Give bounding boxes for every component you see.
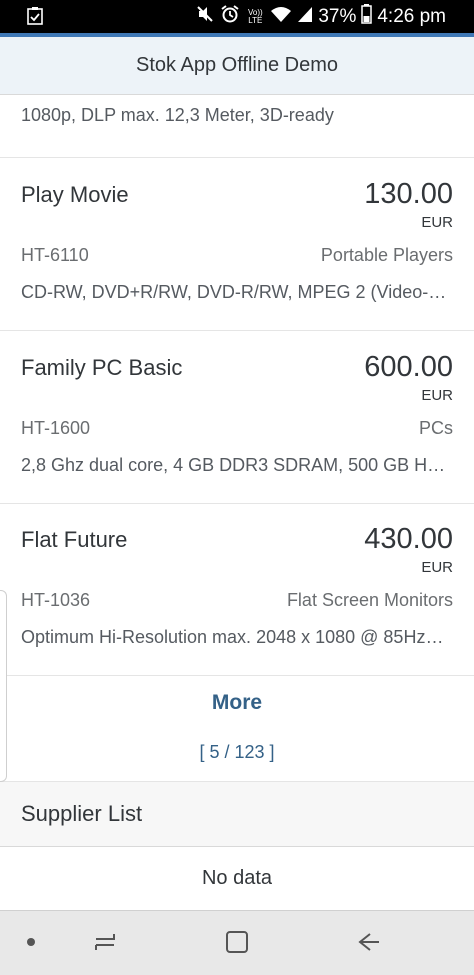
- supplier-list-header: Supplier List: [0, 782, 474, 847]
- product-code: HT-1036: [21, 590, 91, 610]
- edge-panel-handle[interactable]: [0, 590, 7, 782]
- product-code: HT-6110: [21, 245, 89, 265]
- product-price: 130.00: [364, 178, 453, 210]
- signal-icon: [297, 5, 313, 29]
- product-description: 1080p, DLP max. 12,3 Meter, 3D-ready: [21, 105, 334, 125]
- more-area: More [ 5 / 123 ]: [0, 675, 474, 782]
- page-title: Stok App Offline Demo: [136, 54, 338, 76]
- battery-percent: 37%: [318, 5, 357, 27]
- product-name: Flat Future: [21, 527, 128, 552]
- product-row-partial[interactable]: 1080p, DLP max. 12,3 Meter, 3D-ready: [0, 95, 474, 158]
- product-currency: EUR: [421, 214, 453, 231]
- alarm-icon: [220, 4, 240, 30]
- product-category: PCs: [418, 418, 453, 438]
- wifi-icon: [270, 5, 292, 29]
- product-description: Optimum Hi-Resolution max. 2048 x 1080 @…: [21, 627, 444, 647]
- more-button[interactable]: More: [0, 691, 474, 715]
- supplier-empty-state: No data: [0, 847, 474, 909]
- volte-icon: Vo)) LTE: [247, 7, 263, 25]
- product-category: Portable Players: [320, 245, 453, 265]
- no-data-text: No data: [201, 866, 273, 889]
- supplier-list-title: Supplier List: [21, 801, 143, 826]
- product-currency: EUR: [421, 559, 453, 576]
- product-description: 2,8 Ghz dual core, 4 GB DDR3 SDRAM, 500 …: [21, 455, 446, 475]
- home-icon[interactable]: [222, 927, 252, 957]
- product-name: Play Movie: [21, 182, 129, 207]
- dot-icon[interactable]: [16, 927, 46, 957]
- product-description: CD-RW, DVD+R/RW, DVD-R/RW, MPEG 2 (Video…: [21, 282, 453, 302]
- product-code: HT-1600: [21, 418, 91, 438]
- status-time: 4:26 pm: [377, 5, 446, 27]
- product-row[interactable]: Family PC Basic 600.00 EUR HT-1600 PCs 2…: [0, 331, 474, 504]
- product-row[interactable]: Play Movie 130.00 EUR HT-6110 Portable P…: [0, 158, 474, 331]
- product-category: Flat Screen Monitors: [286, 590, 453, 610]
- product-price: 430.00: [364, 523, 453, 555]
- back-icon[interactable]: [354, 927, 384, 957]
- product-row[interactable]: Flat Future 430.00 EUR HT-1036 Flat Scre…: [0, 503, 474, 676]
- navigation-bar: [0, 910, 474, 975]
- app-header: Stok App Offline Demo: [0, 37, 474, 95]
- battery-icon: [361, 3, 373, 30]
- product-name: Family PC Basic: [21, 355, 183, 380]
- recent-apps-icon[interactable]: [90, 927, 120, 957]
- status-bar: Vo)) LTE 37% 4:26 pm: [0, 0, 474, 33]
- item-count: [ 5 / 123 ]: [199, 742, 275, 762]
- mute-icon: [195, 4, 215, 30]
- product-currency: EUR: [421, 387, 453, 404]
- product-price: 600.00: [364, 351, 453, 383]
- checklist-notification-icon: [26, 6, 44, 26]
